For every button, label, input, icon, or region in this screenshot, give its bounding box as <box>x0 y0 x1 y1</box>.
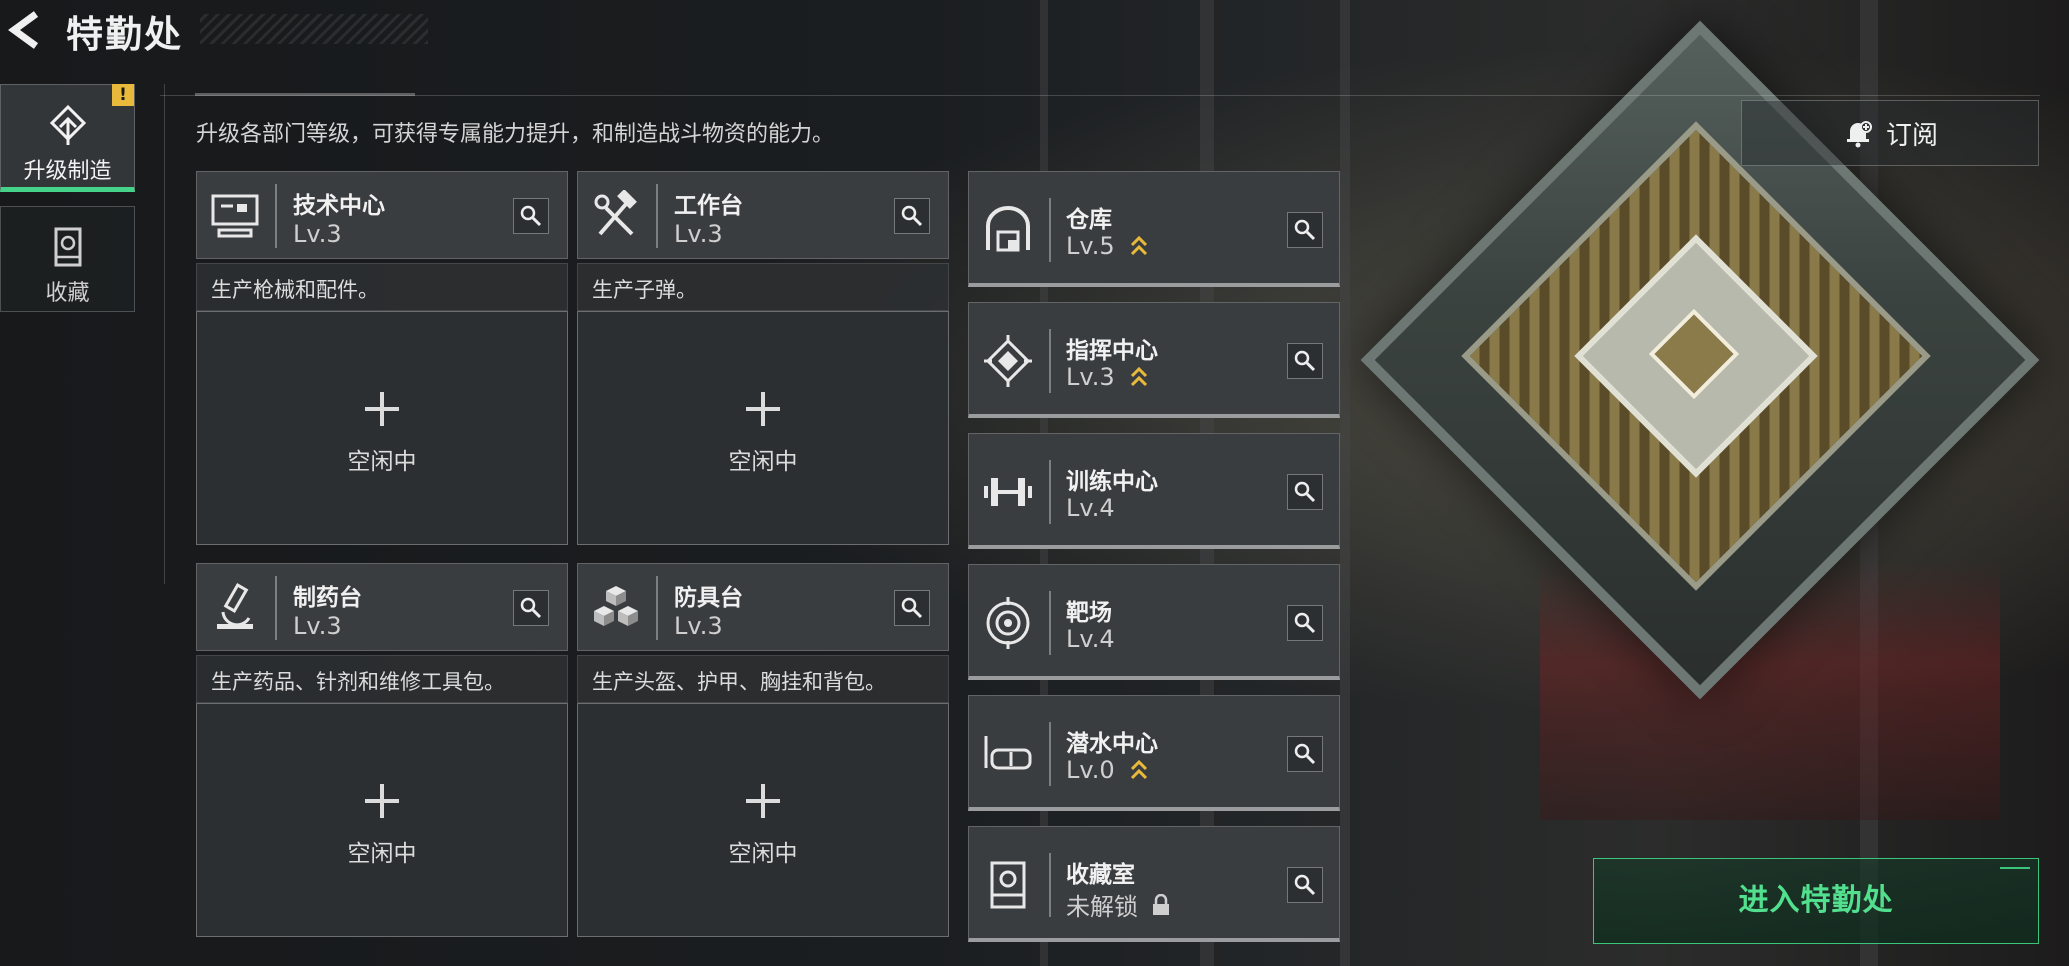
top-bar: 特勤处 <box>0 0 430 58</box>
station-header[interactable]: 工作台 Lv.3 <box>577 171 949 259</box>
plus-icon <box>365 392 399 426</box>
upgrade-available-icon <box>1130 235 1147 256</box>
slot-status: 空闲中 <box>347 449 417 475</box>
facility-name: 仓库 <box>1066 207 1112 233</box>
plus-icon <box>746 392 780 426</box>
magnifier-icon <box>520 597 542 619</box>
station-name: 技术中心 <box>293 193 385 219</box>
facility-level: Lv.4 <box>1066 494 1115 522</box>
dumbbell-icon <box>984 478 1032 506</box>
inspect-button[interactable] <box>1287 474 1323 510</box>
station-header[interactable]: 制药台 Lv.3 <box>196 563 568 651</box>
intro-text: 升级各部门等级，可获得专属能力提升，和制造战斗物资的能力。 <box>196 122 835 147</box>
station-description: 生产子弹。 <box>577 263 949 311</box>
magnifier-icon <box>520 205 542 227</box>
slot-status: 空闲中 <box>347 841 417 867</box>
sidebar-tab-label: 收藏 <box>45 281 90 306</box>
diving-mask-icon <box>984 736 1032 770</box>
page-title: 特勤处 <box>66 13 183 56</box>
station-name: 防具台 <box>674 585 743 611</box>
magnifier-icon <box>1294 219 1316 241</box>
slot-status: 空闲中 <box>728 449 798 475</box>
station-level: Lv.3 <box>674 220 723 248</box>
upgrade-icon <box>49 104 86 145</box>
station-description: 生产头盔、护甲、胸挂和背包。 <box>577 655 949 703</box>
inspect-button[interactable] <box>1287 736 1323 772</box>
station-tech-center: 技术中心 Lv.3 生产枪械和配件。 空闲中 <box>196 171 568 545</box>
facility-level: 未解锁 <box>1066 893 1138 921</box>
upgrade-available-icon <box>1130 759 1147 780</box>
inspect-button[interactable] <box>513 590 549 626</box>
alert-badge: ! <box>112 84 134 106</box>
station-pharmacy: 制药台 Lv.3 生产药品、针剂和维修工具包。 空闲中 <box>196 563 568 937</box>
bell-icon <box>1846 121 1872 148</box>
facility-collection-room[interactable]: 收藏室 未解锁 <box>968 826 1340 942</box>
microscope-icon <box>217 583 253 629</box>
station-header[interactable]: 技术中心 Lv.3 <box>196 171 568 259</box>
back-arrow-icon <box>8 11 39 49</box>
computer-icon <box>211 194 259 238</box>
production-slot[interactable]: 空闲中 <box>196 703 568 937</box>
plus-icon <box>746 784 780 818</box>
chip-icon <box>984 335 1032 387</box>
magnifier-icon <box>1294 874 1316 896</box>
facility-level: Lv.5 <box>1066 232 1115 260</box>
display-case-icon <box>990 861 1026 909</box>
station-header[interactable]: 防具台 Lv.3 <box>577 563 949 651</box>
station-armor-bench: 防具台 Lv.3 生产头盔、护甲、胸挂和背包。 空闲中 <box>577 563 949 937</box>
magnifier-icon <box>1294 481 1316 503</box>
facility-name: 训练中心 <box>1066 469 1158 495</box>
facility-training-center[interactable]: 训练中心 Lv.4 <box>968 433 1340 549</box>
station-description: 生产药品、针剂和维修工具包。 <box>196 655 568 703</box>
cubes-icon <box>594 586 638 626</box>
inspect-button[interactable] <box>1287 343 1323 379</box>
facility-level: Lv.4 <box>1066 625 1115 653</box>
hammer-wrench-icon <box>594 190 637 236</box>
target-icon <box>986 597 1030 649</box>
inspect-button[interactable] <box>1287 212 1323 248</box>
magnifier-icon <box>1294 350 1316 372</box>
station-name: 工作台 <box>674 193 743 219</box>
station-description: 生产枪械和配件。 <box>196 263 568 311</box>
slot-status: 空闲中 <box>728 841 798 867</box>
sidebar-tab-collection[interactable]: 收藏 <box>0 206 135 312</box>
facility-name: 潜水中心 <box>1066 731 1158 757</box>
inspect-button[interactable] <box>1287 605 1323 641</box>
facility-diving-center[interactable]: 潜水中心 Lv.0 <box>968 695 1340 811</box>
station-name: 制药台 <box>293 585 362 611</box>
production-slot[interactable]: 空闲中 <box>196 311 568 545</box>
warehouse-icon <box>986 206 1030 252</box>
facility-level: Lv.0 <box>1066 756 1115 784</box>
facility-warehouse[interactable]: 仓库 Lv.5 <box>968 171 1340 287</box>
magnifier-icon <box>1294 612 1316 634</box>
upgrade-available-icon <box>1130 366 1147 387</box>
station-level: Lv.3 <box>674 612 723 640</box>
back-button[interactable] <box>6 10 42 50</box>
subscribe-label: 订阅 <box>1885 120 1938 151</box>
facility-name: 靶场 <box>1066 600 1112 626</box>
sidebar-tab-label: 升级制造 <box>23 159 112 184</box>
lock-icon <box>1153 893 1169 915</box>
facility-name: 指挥中心 <box>1066 338 1158 364</box>
subscribe-button[interactable]: 订阅 <box>1741 100 2039 166</box>
inspect-button[interactable] <box>513 198 549 234</box>
inspect-button[interactable] <box>1287 867 1323 903</box>
inspect-button[interactable] <box>894 590 930 626</box>
facility-command-center[interactable]: 指挥中心 Lv.3 <box>968 302 1340 418</box>
facility-level: Lv.3 <box>1066 363 1115 391</box>
plus-icon <box>365 784 399 818</box>
magnifier-icon <box>901 205 923 227</box>
production-slot[interactable]: 空闲中 <box>577 703 949 937</box>
magnifier-icon <box>1294 743 1316 765</box>
facility-name: 收藏室 <box>1066 862 1135 888</box>
station-level: Lv.3 <box>293 220 342 248</box>
station-level: Lv.3 <box>293 612 342 640</box>
enter-special-ops-button[interactable]: 进入特勤处 <box>1593 858 2039 944</box>
station-workbench: 工作台 Lv.3 生产子弹。 空闲中 <box>577 171 949 545</box>
production-slot[interactable]: 空闲中 <box>577 311 949 545</box>
magnifier-icon <box>901 597 923 619</box>
collection-icon <box>54 227 81 267</box>
facility-shooting-range[interactable]: 靶场 Lv.4 <box>968 564 1340 680</box>
inspect-button[interactable] <box>894 198 930 234</box>
